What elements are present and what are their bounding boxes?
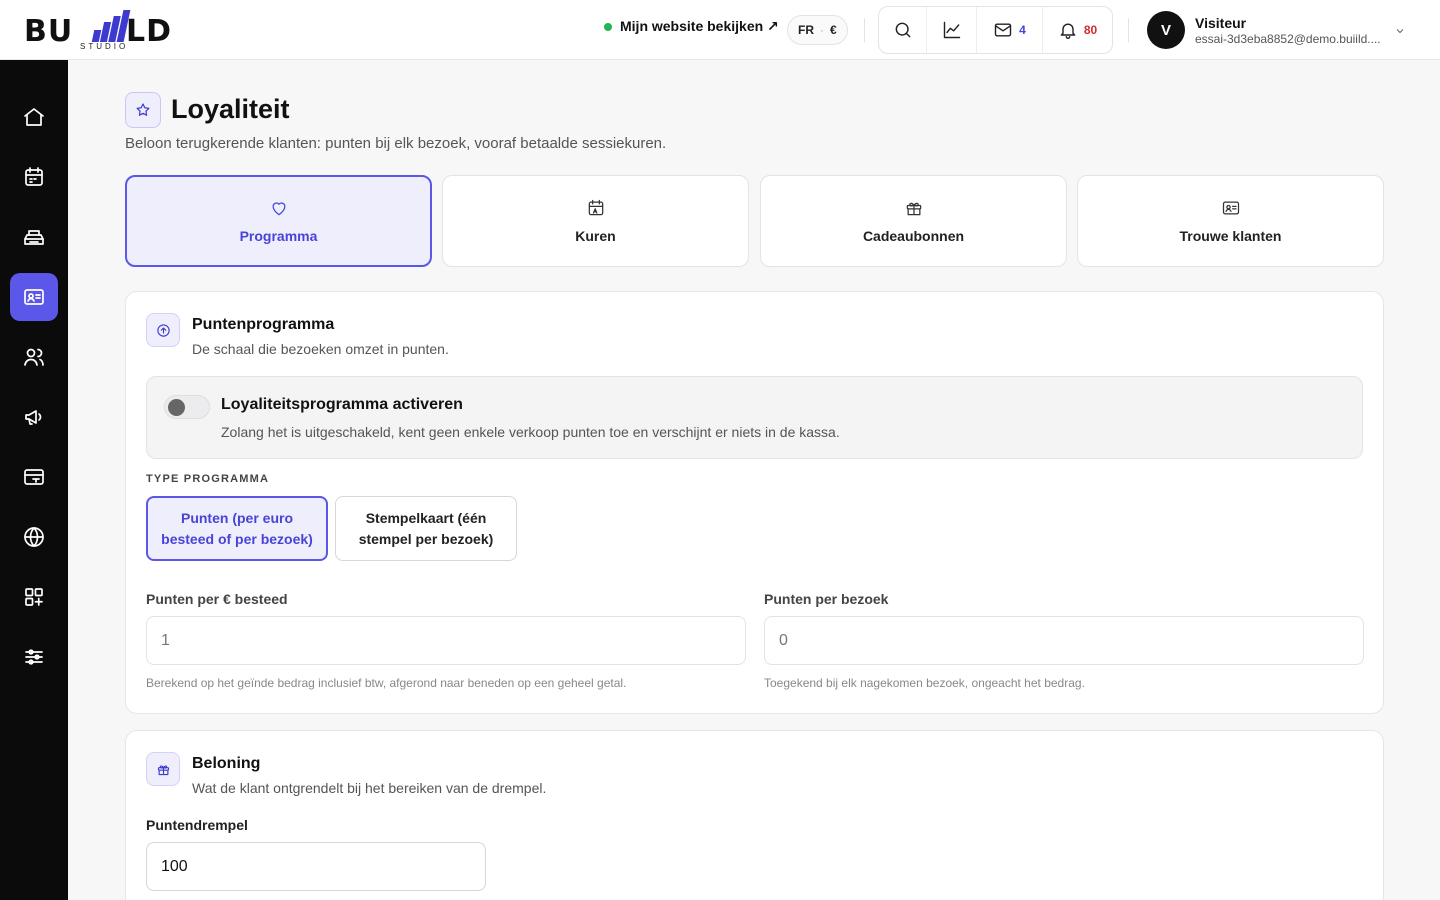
- page-subtitle: Beloon terugkerende klanten: punten bij …: [125, 135, 667, 152]
- sidebar-item-website[interactable]: [10, 513, 58, 561]
- card-icon-badge: [146, 752, 180, 786]
- card-subtitle: De schaal die bezoeken omzet in punten.: [192, 341, 449, 357]
- tab-label: Programma: [239, 228, 318, 244]
- sidebar-item-settings[interactable]: [10, 633, 58, 681]
- sidebar: [0, 60, 68, 900]
- gift-icon: [906, 202, 921, 216]
- top-header: BU LD STUDIO Mijn website bekijken ↗ FR …: [0, 0, 1440, 60]
- page-title: Loyaliteit: [171, 94, 290, 124]
- currency-label: €: [830, 23, 837, 37]
- type-points-button[interactable]: Punten (per euro besteed of per bezoek): [146, 496, 328, 561]
- points-per-euro-input[interactable]: [146, 616, 746, 665]
- activate-program-box: Loyaliteitsprogramma activeren Zolang he…: [146, 376, 1363, 459]
- messages-count: 4: [1019, 23, 1026, 37]
- home-icon: [24, 108, 44, 126]
- heart-icon: [272, 202, 285, 216]
- header-toolbar: 4 80: [878, 6, 1113, 54]
- sidebar-item-home[interactable]: [10, 93, 58, 141]
- user-info: Visiteur essai-3d3eba8852@demo.buiild...…: [1195, 15, 1381, 46]
- card-subtitle: Wat de klant ontgrendelt bij het bereike…: [192, 780, 547, 796]
- tab-cadeaubonnen[interactable]: Cadeaubonnen: [760, 175, 1067, 267]
- logo-bars: [91, 10, 131, 42]
- mail-icon: [994, 23, 1012, 37]
- points-per-visit-input[interactable]: [764, 616, 1364, 665]
- tab-kuren[interactable]: Kuren: [442, 175, 749, 267]
- sliders-icon: [25, 649, 43, 665]
- points-program-card: Puntenprogramma De schaal die bezoeken o…: [125, 291, 1384, 714]
- sidebar-item-clients[interactable]: [10, 333, 58, 381]
- points-per-euro-hint: Berekend op het geïnde bedrag inclusief …: [146, 676, 627, 690]
- avatar: V: [1147, 11, 1185, 49]
- points-per-euro-label: Punten per € besteed: [146, 591, 288, 607]
- card-title: Beloning: [192, 755, 261, 772]
- toggle-knob: [168, 399, 185, 416]
- toggle-description: Zolang het is uitgeschakeld, kent geen e…: [221, 424, 840, 440]
- tab-programma[interactable]: Programma: [125, 175, 432, 267]
- user-name: Visiteur: [1195, 14, 1247, 31]
- users-icon: [24, 348, 44, 366]
- language-label: FR: [798, 23, 814, 37]
- title-star-badge: [125, 92, 161, 128]
- globe-icon: [24, 527, 44, 547]
- cash-register-icon: [24, 230, 44, 245]
- card-title: Puntenprogramma: [192, 316, 335, 333]
- view-website-label: Mijn website bekijken ↗: [620, 18, 779, 34]
- sidebar-item-apps[interactable]: [10, 573, 58, 621]
- points-per-visit-hint: Toegekend bij elk nagekomen bezoek, onge…: [764, 676, 1085, 690]
- logo-text-left: BU: [24, 14, 74, 49]
- credit-card-icon: [24, 469, 44, 485]
- analytics-button[interactable]: [927, 7, 977, 53]
- brand-logo[interactable]: BU LD STUDIO: [24, 8, 184, 52]
- logo-subtitle: STUDIO: [80, 42, 129, 51]
- tab-trouwe-klanten[interactable]: Trouwe klanten: [1077, 175, 1384, 267]
- messages-button[interactable]: 4: [977, 7, 1043, 53]
- apps-add-icon: [25, 588, 43, 606]
- sidebar-item-payments[interactable]: [10, 453, 58, 501]
- header-divider: [864, 18, 865, 42]
- reward-card: Beloning Wat de klant ontgrendelt bij he…: [125, 730, 1384, 900]
- chevron-down-icon: [1396, 29, 1404, 34]
- search-button[interactable]: [879, 7, 927, 53]
- type-stampcard-button[interactable]: Stempelkaart (één stempel per bezoek): [335, 496, 517, 561]
- calendar-icon: [25, 167, 43, 186]
- search-icon: [895, 22, 910, 38]
- user-email: essai-3d3eba8852@demo.buiild....: [1195, 31, 1381, 46]
- id-card-icon: [24, 289, 44, 305]
- sidebar-item-loyalty[interactable]: [10, 273, 58, 321]
- id-card-icon: [1222, 201, 1239, 215]
- threshold-input[interactable]: [146, 842, 486, 891]
- card-icon-badge: [146, 313, 180, 347]
- online-status-dot: [604, 22, 612, 31]
- program-type-label: TYPE PROGRAMMA: [146, 473, 270, 485]
- points-per-visit-label: Punten per bezoek: [764, 591, 889, 607]
- tab-label: Cadeaubonnen: [862, 228, 965, 244]
- user-menu-toggle[interactable]: [1394, 24, 1406, 42]
- header-divider: [1128, 18, 1129, 42]
- sidebar-item-agenda[interactable]: [10, 153, 58, 201]
- chart-line-icon: [943, 21, 960, 39]
- sidebar-item-register[interactable]: [10, 213, 58, 261]
- star-icon: [136, 103, 150, 116]
- user-menu[interactable]: V Visiteur essai-3d3eba8852@demo.buiild.…: [1147, 11, 1381, 49]
- tab-label: Kuren: [575, 228, 616, 244]
- logo-text-right: LD: [126, 14, 173, 49]
- view-website-link[interactable]: Mijn website bekijken ↗: [604, 18, 779, 35]
- calendar-icon: [588, 199, 603, 216]
- threshold-label: Puntendrempel: [146, 817, 248, 833]
- notifications-count: 80: [1083, 23, 1098, 37]
- sidebar-item-marketing[interactable]: [10, 393, 58, 441]
- megaphone-icon: [25, 410, 42, 425]
- arrow-up-circle-icon: [156, 323, 170, 337]
- pill-separator: ·: [820, 23, 824, 37]
- language-currency-switcher[interactable]: FR · €: [787, 15, 848, 45]
- notifications-button[interactable]: 80: [1043, 7, 1112, 53]
- tab-label: Trouwe klanten: [1179, 228, 1282, 244]
- activate-program-toggle[interactable]: [164, 395, 210, 419]
- gift-icon: [157, 764, 169, 775]
- toggle-title: Loyaliteitsprogramma activeren: [221, 396, 463, 413]
- bell-icon: [1060, 23, 1076, 39]
